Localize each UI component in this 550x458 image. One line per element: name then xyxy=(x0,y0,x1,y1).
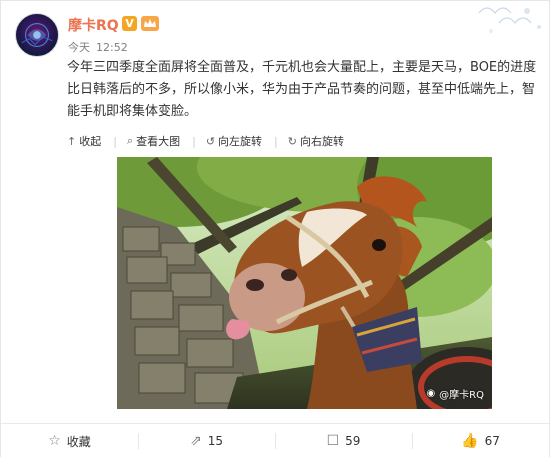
post-time[interactable]: 12:52 xyxy=(96,41,128,54)
view-large-label: 查看大图 xyxy=(136,135,181,148)
comment-icon: ☐ xyxy=(326,433,340,449)
magnifier-icon: ⌕ xyxy=(126,134,134,147)
rotate-right-icon: ↻ xyxy=(287,134,297,148)
photo-watermark: ◉ @摩卡RQ xyxy=(426,386,484,401)
rotate-left-label: 向左旋转 xyxy=(218,135,263,148)
rotate-left-button[interactable]: ↺ 向左旋转 xyxy=(206,133,262,149)
repost-icon: ⇗ xyxy=(189,433,202,449)
like-count: 67 xyxy=(484,434,500,448)
arrow-up-icon: ↑ xyxy=(67,134,77,148)
thumbs-up-icon: 👍 xyxy=(461,433,479,449)
view-large-button[interactable]: ⌕ 查看大图 xyxy=(127,133,180,149)
user-avatar[interactable] xyxy=(15,13,59,57)
collapse-button[interactable]: ↑ 收起 xyxy=(67,133,101,149)
post-photo[interactable]: ◉ @摩卡RQ xyxy=(117,157,492,409)
rotate-right-button[interactable]: ↻ 向右旋转 xyxy=(288,133,344,149)
comment-count: 59 xyxy=(345,434,361,448)
weibo-logo-icon: ◉ xyxy=(426,388,436,399)
rotate-left-icon: ↺ xyxy=(205,134,216,148)
toolbar-divider: | xyxy=(274,134,278,148)
member-crown-icon[interactable] xyxy=(141,16,159,31)
post-date: 今天 xyxy=(68,41,90,54)
post-text: 今年三四季度全面屏将全面普及，千元机也会大量配上，主要是天马，BOE的进度比日韩… xyxy=(67,60,537,119)
toolbar-divider: | xyxy=(113,134,117,148)
repost-count: 15 xyxy=(207,434,223,448)
repost-button[interactable]: ⇗ 15 xyxy=(138,424,275,458)
toolbar-divider: | xyxy=(192,134,196,148)
favorite-button[interactable]: ☆ 收藏 xyxy=(1,424,138,458)
like-button[interactable]: 👍 67 xyxy=(412,424,549,458)
horse-photo-icon xyxy=(117,157,492,409)
star-icon: ☆ xyxy=(48,433,61,449)
post-actions: ☆ 收藏 ⇗ 15 ☐ 59 👍 67 xyxy=(1,423,549,458)
image-toolbar: ↑ 收起 | ⌕ 查看大图 | ↺ 向左旋转 | ↻ 向右旋转 xyxy=(67,131,539,151)
comment-button[interactable]: ☐ 59 xyxy=(275,424,412,458)
weibo-post-card: 摩卡RQ V 今天 12:52 今年三四季度全面屏将全面普及，千元机也会大量配上，… xyxy=(0,0,550,458)
rotate-right-label: 向右旋转 xyxy=(299,135,344,148)
collapse-label: 收起 xyxy=(79,135,102,148)
verified-icon: V xyxy=(122,16,137,31)
favorite-label: 收藏 xyxy=(66,434,91,449)
header-decoration xyxy=(469,1,549,41)
watermark-text: @摩卡RQ xyxy=(439,390,484,401)
username[interactable]: 摩卡RQ xyxy=(68,15,119,35)
post-meta: 今天 12:52 xyxy=(68,39,128,55)
